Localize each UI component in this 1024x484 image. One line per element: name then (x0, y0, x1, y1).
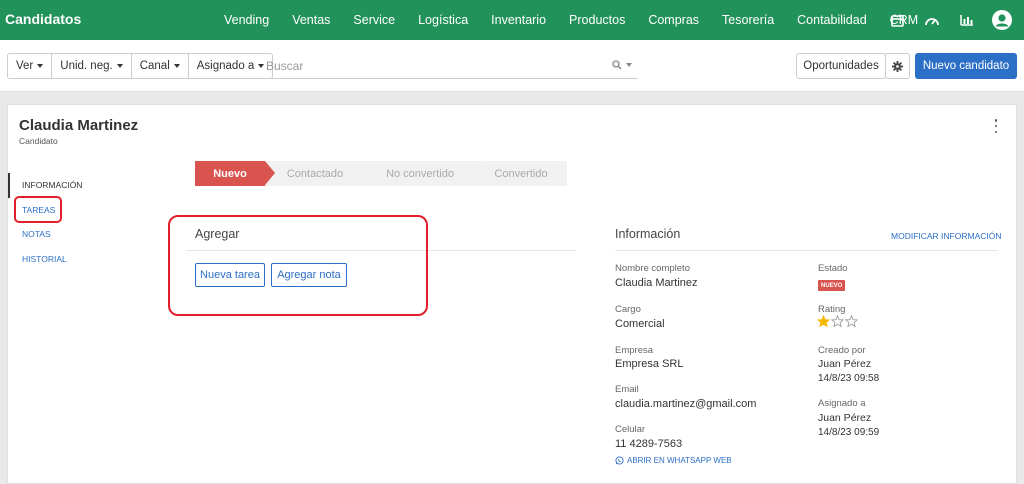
search-box (258, 53, 638, 79)
filter-canal-dropdown[interactable]: Canal (132, 54, 189, 78)
nav-compras[interactable]: Compras (648, 13, 699, 27)
star-empty-icon[interactable] (831, 315, 844, 328)
gauge-icon[interactable] (921, 9, 943, 31)
app-title[interactable]: Candidatos (5, 11, 81, 27)
nuevo-candidato-button[interactable]: Nuevo candidato (915, 53, 1017, 79)
search-icon[interactable] (612, 60, 622, 70)
nav-tesoreria[interactable]: Tesorería (722, 13, 774, 27)
toolbar: Ver Unid. neg. Canal Asignado a Oportuni… (0, 40, 1024, 92)
bar-chart-icon[interactable] (956, 9, 978, 31)
whatsapp-link[interactable]: ABRIR EN WHATSAPP WEB (615, 456, 732, 465)
highlight-tareas (14, 196, 62, 223)
search-input[interactable] (258, 58, 598, 73)
rating-label: Rating (818, 304, 846, 315)
asignado-value: Juan Pérez (818, 412, 872, 424)
nav-productos[interactable]: Productos (569, 13, 625, 27)
settings-button[interactable] (885, 53, 910, 79)
creado-fecha-value: 14/8/23 09:58 (818, 373, 880, 384)
nav-vending[interactable]: Vending (224, 13, 269, 27)
stage-no-convertido[interactable]: No convertido (365, 161, 485, 186)
nav-inventario[interactable]: Inventario (491, 13, 546, 27)
record-name: Claudia Martinez (19, 117, 139, 134)
record-type: Candidato (19, 136, 58, 146)
nav-logistica[interactable]: Logística (418, 13, 468, 27)
divider (615, 250, 998, 251)
user-avatar-icon[interactable] (991, 9, 1013, 31)
creado-por-value: Juan Pérez (818, 358, 872, 370)
email-label: Email (615, 384, 639, 395)
info-title: Información (615, 227, 681, 241)
sidenav-item-informacion[interactable]: INFORMACIÓN (8, 173, 128, 198)
email-value: claudia.martinez@gmail.com (615, 398, 757, 410)
creado-label: Creado por (818, 345, 866, 356)
record-card: Claudia Martinez Candidato INFORMACIÓN T… (7, 104, 1017, 484)
empresa-label: Empresa (615, 345, 654, 356)
filter-unid-neg-dropdown[interactable]: Unid. neg. (52, 54, 132, 78)
nombre-label: Nombre completo (615, 263, 690, 274)
more-options-icon[interactable] (993, 119, 999, 133)
caret-down-icon (173, 64, 180, 68)
star-filled-icon[interactable] (817, 315, 830, 328)
caret-down-icon[interactable] (626, 63, 632, 67)
main-nav: Vending Ventas Service Logística Inventa… (224, 0, 941, 40)
estado-label: Estado (818, 263, 848, 274)
stage-pipeline: Nuevo Contactado No convertido Convertid… (195, 161, 567, 186)
whatsapp-icon (615, 456, 624, 465)
empresa-value: Empresa SRL (615, 358, 684, 370)
nav-contabilidad[interactable]: Contabilidad (797, 13, 867, 27)
gear-icon (892, 60, 903, 72)
caret-down-icon (116, 64, 123, 68)
celular-label: Celular (615, 424, 646, 435)
nav-ventas[interactable]: Ventas (292, 13, 330, 27)
cargo-label: Cargo (615, 304, 641, 315)
sidenav-item-notas[interactable]: NOTAS (8, 222, 128, 247)
sidenav-item-historial[interactable]: HISTORIAL (8, 247, 128, 272)
calendar-icon[interactable] (886, 9, 908, 31)
filter-ver-dropdown[interactable]: Ver (8, 54, 53, 78)
star-empty-icon[interactable] (845, 315, 858, 328)
top-icons (886, 9, 1024, 31)
filter-group: Ver Unid. neg. Canal Asignado a (7, 53, 274, 79)
stage-convertido[interactable]: Convertido (475, 161, 567, 186)
status-badge: NUEVO (818, 280, 846, 291)
rating-stars[interactable] (817, 315, 859, 328)
nav-service[interactable]: Service (353, 13, 395, 27)
cargo-value: Comercial (615, 318, 665, 330)
stage-nuevo[interactable]: Nuevo (195, 161, 275, 186)
caret-down-icon (37, 64, 44, 68)
celular-value: 11 4289-7563 (615, 438, 683, 450)
top-bar: Candidatos Vending Ventas Service Logíst… (0, 0, 1024, 40)
stage-contactado[interactable]: Contactado (265, 161, 375, 186)
asignado-label: Asignado a (818, 398, 866, 409)
nombre-value: Claudia Martinez (615, 277, 698, 289)
oportunidades-button[interactable]: Oportunidades (796, 53, 886, 79)
asignado-fecha-value: 14/8/23 09:59 (818, 427, 880, 438)
highlight-agregar (168, 215, 428, 316)
modificar-informacion-link[interactable]: MODIFICAR INFORMACIÓN (891, 231, 1002, 241)
